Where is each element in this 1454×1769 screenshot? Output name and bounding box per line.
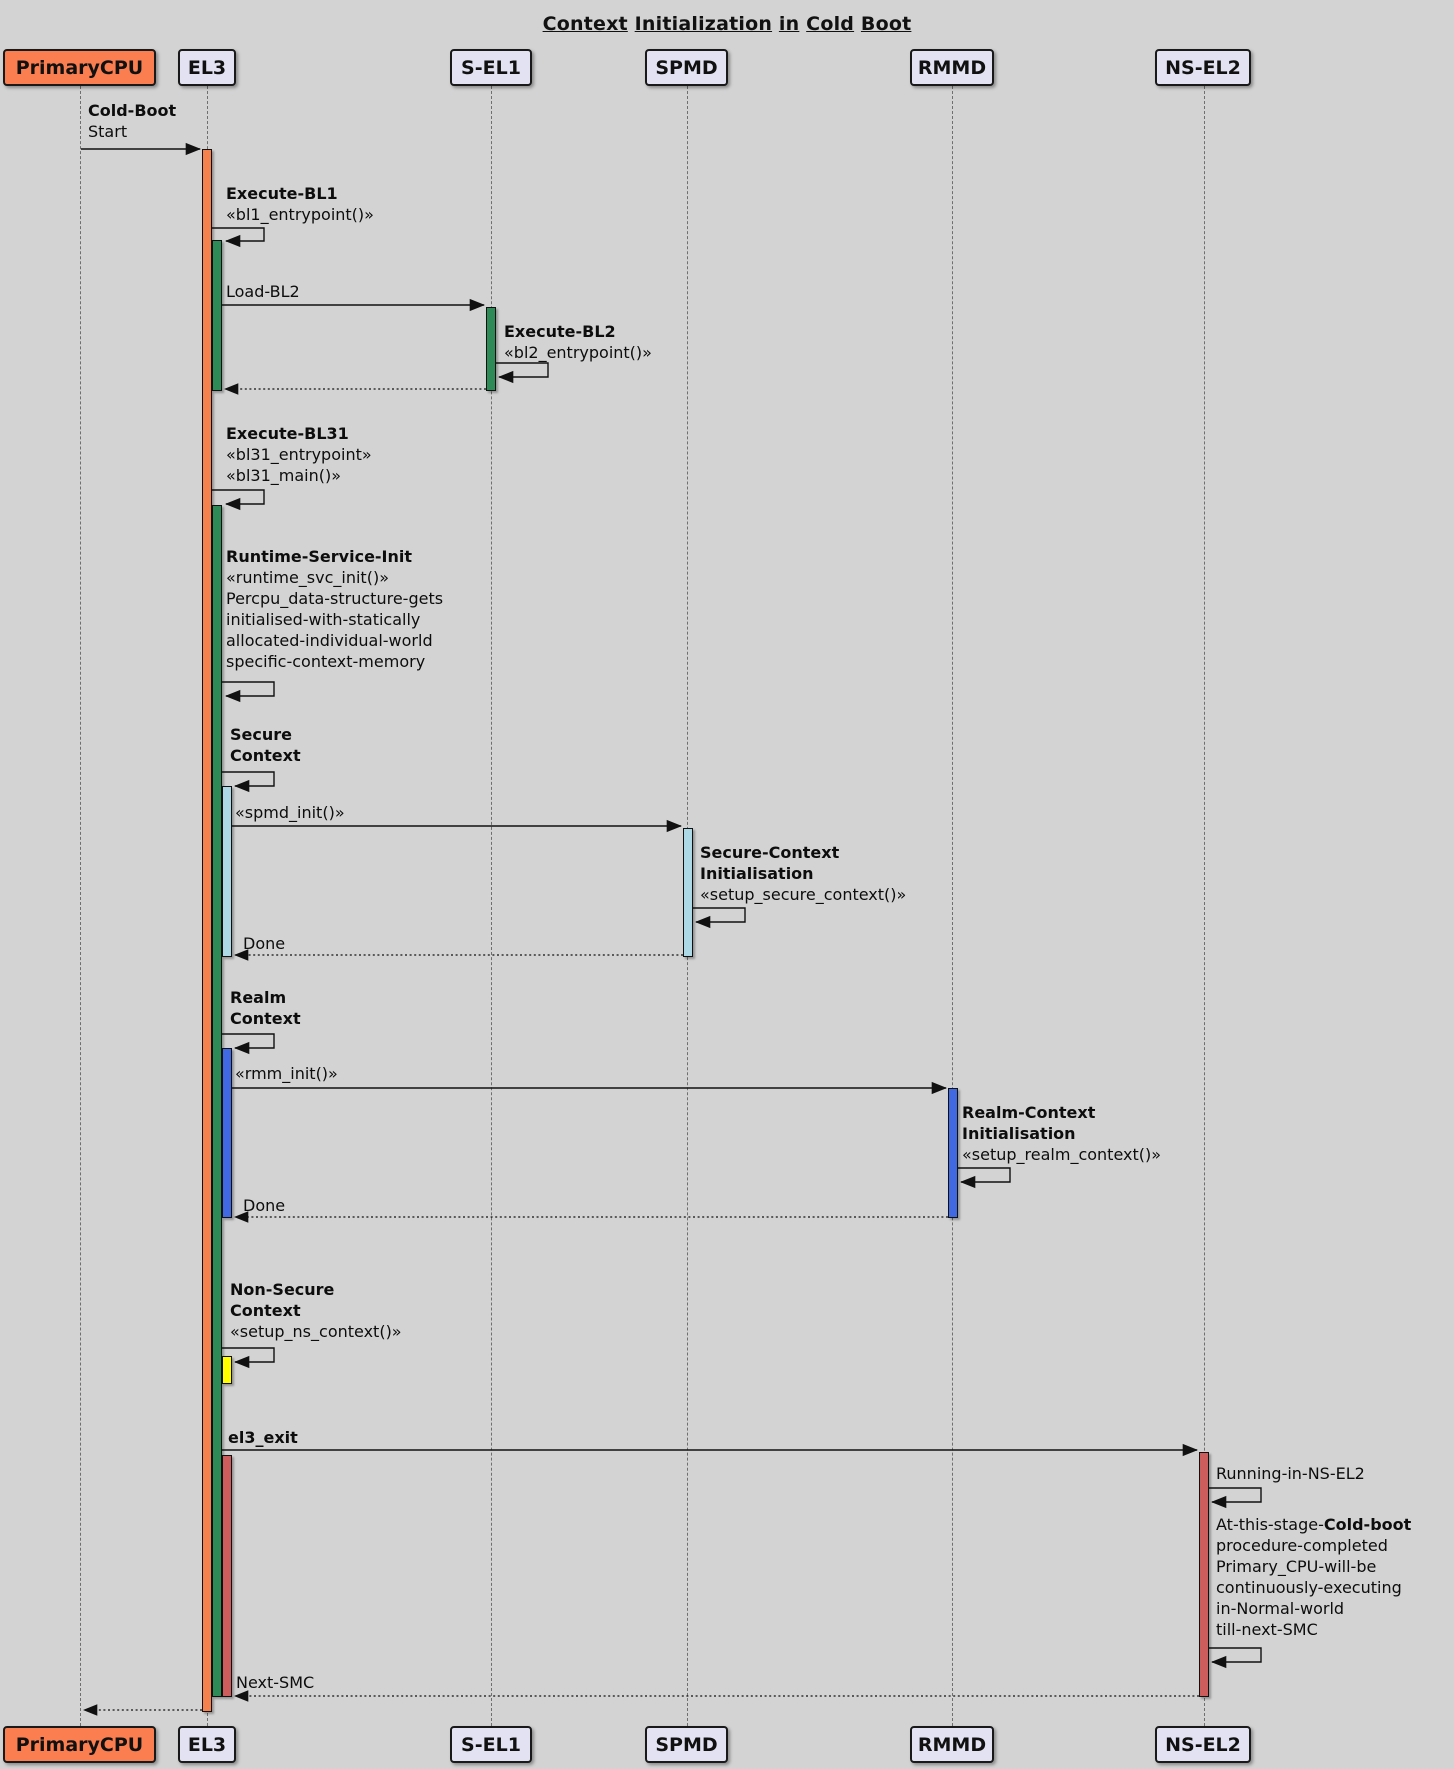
message-line: «bl31_entrypoint»: [226, 444, 372, 465]
message-line: in-Normal-world: [1216, 1598, 1411, 1619]
label-done-realm: Done: [243, 1195, 285, 1216]
label-load-bl2: Load-BL2: [226, 281, 300, 302]
label-cold-boot-done: At-this-stage-Cold-boot procedure-comple…: [1216, 1514, 1411, 1640]
label-execute-bl2: Execute-BL2 «bl2_entrypoint()»: [504, 321, 652, 363]
message-line: Context: [230, 1300, 402, 1321]
label-realm-context-init: Realm-Context Initialisation «setup_real…: [962, 1102, 1161, 1165]
message-line: «rmm_init()»: [235, 1063, 338, 1084]
label-done-secure: Done: [243, 933, 285, 954]
message-line: «bl2_entrypoint()»: [504, 342, 652, 363]
message-line: Done: [243, 1195, 285, 1216]
message-line: «runtime_svc_init()»: [226, 567, 443, 588]
message-line: Done: [243, 933, 285, 954]
self-arrow-runtime-svc-init: [222, 682, 274, 696]
label-cold-boot-start: Cold-Boot Start: [88, 100, 176, 142]
message-line: «setup_secure_context()»: [700, 884, 906, 905]
sequence-diagram: Context Initialization in Cold Boot Prim…: [0, 0, 1454, 1769]
self-arrow-setup-secure: [693, 908, 745, 922]
message-line: Execute-BL31: [226, 423, 372, 444]
message-line: specific-context-memory: [226, 651, 443, 672]
message-line: «bl31_main()»: [226, 465, 372, 486]
message-line: procedure-completed: [1216, 1535, 1411, 1556]
self-arrow-running-ns-el2: [1209, 1488, 1261, 1502]
participant-ns-el2-bottom: NS-EL2: [1155, 1726, 1251, 1763]
label-rmm-init: «rmm_init()»: [235, 1063, 338, 1084]
label-el3-exit: el3_exit: [228, 1427, 298, 1448]
label-execute-bl31: Execute-BL31 «bl31_entrypoint» «bl31_mai…: [226, 423, 372, 486]
message-line: «bl1_entrypoint()»: [226, 204, 374, 225]
message-line: Context: [230, 1008, 301, 1029]
message-line-bold: Cold-boot: [1324, 1515, 1411, 1534]
message-line: Primary_CPU-will-be: [1216, 1556, 1411, 1577]
participant-spmd-bottom: SPMD: [645, 1726, 728, 1763]
label-secure-context-init: Secure-Context Initialisation «setup_sec…: [700, 842, 906, 905]
message-line: allocated-individual-world: [226, 630, 443, 651]
message-line: Initialisation: [962, 1123, 1161, 1144]
participant-rmmd-bottom: RMMD: [910, 1726, 994, 1763]
self-arrow-realm-context: [222, 1034, 274, 1048]
self-arrow-execute-bl2: [496, 363, 548, 377]
self-arrow-secure-context: [222, 772, 274, 786]
label-secure-context: Secure Context: [230, 724, 301, 766]
self-arrow-setup-realm: [958, 1168, 1010, 1182]
label-execute-bl1: Execute-BL1 «bl1_entrypoint()»: [226, 183, 374, 225]
message-line: Cold-Boot: [88, 100, 176, 121]
message-line: At-this-stage-Cold-boot: [1216, 1514, 1411, 1535]
self-arrow-execute-bl31: [212, 490, 264, 504]
self-arrow-cold-boot-done: [1209, 1648, 1261, 1662]
message-line: Running-in-NS-EL2: [1216, 1463, 1365, 1484]
message-line-prefix: At-this-stage-: [1216, 1515, 1324, 1534]
message-line: Initialisation: [700, 863, 906, 884]
participant-el3-bottom: EL3: [178, 1726, 236, 1763]
message-line: initialised-with-statically: [226, 609, 443, 630]
message-line: Execute-BL1: [226, 183, 374, 204]
message-line: Realm-Context: [962, 1102, 1161, 1123]
label-realm-context: Realm Context: [230, 987, 301, 1029]
message-line: Percpu_data-structure-gets: [226, 588, 443, 609]
message-line: Non-Secure: [230, 1279, 402, 1300]
message-line: «setup_realm_context()»: [962, 1144, 1161, 1165]
message-line: Runtime-Service-Init: [226, 546, 443, 567]
participant-primarycpu-bottom: PrimaryCPU: [3, 1726, 156, 1763]
message-line: «setup_ns_context()»: [230, 1321, 402, 1342]
message-line: Context: [230, 745, 301, 766]
message-line: continuously-executing: [1216, 1577, 1411, 1598]
label-ns-context: Non-Secure Context «setup_ns_context()»: [230, 1279, 402, 1342]
message-line: el3_exit: [228, 1427, 298, 1448]
label-spmd-init: «spmd_init()»: [235, 802, 345, 823]
message-line: till-next-SMC: [1216, 1619, 1411, 1640]
message-line: Execute-BL2: [504, 321, 652, 342]
label-running-ns-el2: Running-in-NS-EL2: [1216, 1463, 1365, 1484]
self-arrow-execute-bl1: [212, 228, 264, 241]
message-line: Secure: [230, 724, 301, 745]
label-runtime-service-init: Runtime-Service-Init «runtime_svc_init()…: [226, 546, 443, 672]
message-line: Realm: [230, 987, 301, 1008]
message-line: Load-BL2: [226, 281, 300, 302]
message-line: Secure-Context: [700, 842, 906, 863]
label-next-smc: Next-SMC: [236, 1672, 314, 1693]
message-line: Next-SMC: [236, 1672, 314, 1693]
message-line: Start: [88, 121, 176, 142]
self-arrow-ns-context: [222, 1348, 274, 1362]
message-line: «spmd_init()»: [235, 802, 345, 823]
participant-s-el1-bottom: S-EL1: [450, 1726, 532, 1763]
